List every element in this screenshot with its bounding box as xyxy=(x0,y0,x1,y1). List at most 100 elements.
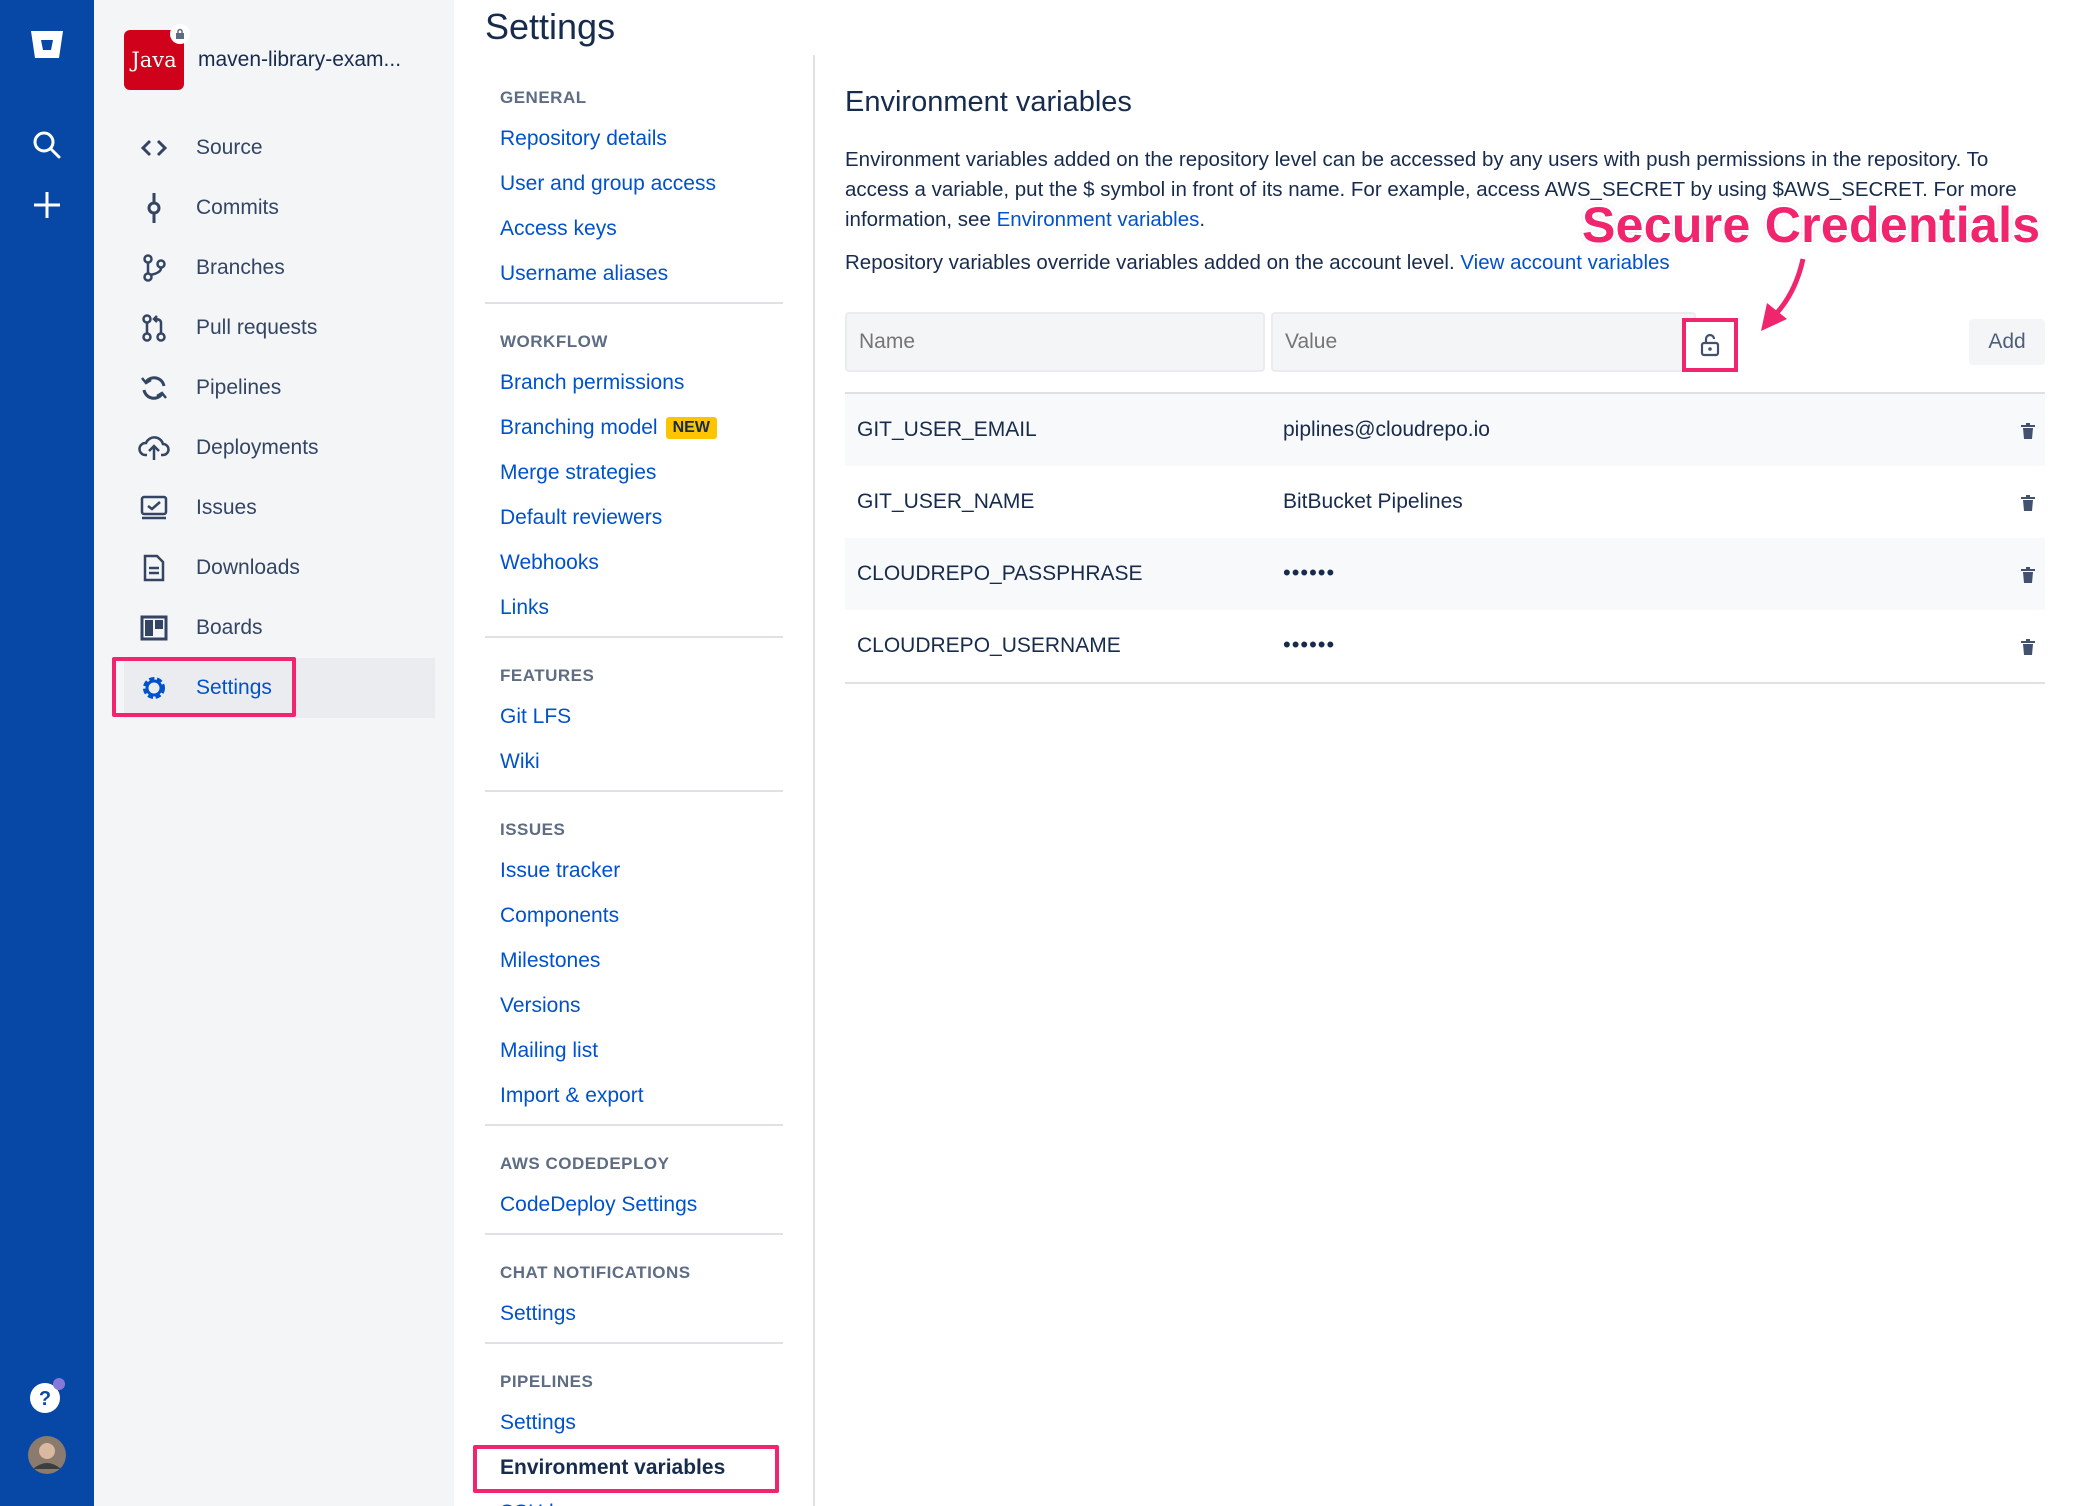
settings-link-username-aliases[interactable]: Username aliases xyxy=(485,251,783,296)
settings-group-chat-notifications: CHAT NOTIFICATIONS Settings xyxy=(485,1253,783,1344)
environment-variables-link[interactable]: Environment variables xyxy=(997,208,1200,231)
table-row: CLOUDREPO_PASSPHRASE •••••• xyxy=(845,538,2045,610)
variable-value-masked: •••••• xyxy=(1283,632,1336,657)
repo-name: maven-library-exam... xyxy=(198,48,402,71)
settings-link-webhooks[interactable]: Webhooks xyxy=(485,540,783,585)
sidebar-item-pipelines[interactable]: Pipelines xyxy=(124,358,424,418)
override-text: Repository variables override variables … xyxy=(845,251,1461,274)
sidebar-item-boards[interactable]: Boards xyxy=(124,598,424,658)
trash-icon[interactable] xyxy=(2017,420,2039,442)
settings-link-access-keys[interactable]: Access keys xyxy=(485,206,783,251)
settings-group-heading: WORKFLOW xyxy=(500,332,608,351)
settings-group-heading: AWS CODEDEPLOY xyxy=(500,1154,670,1173)
table-row: GIT_USER_EMAIL piplines@cloudrepo.io xyxy=(845,394,2045,466)
help-icon[interactable]: ? xyxy=(22,1372,72,1422)
settings-group-pipelines: PIPELINES Settings Environment variables… xyxy=(473,1362,783,1506)
sidebar-item-label: Source xyxy=(196,136,263,159)
new-badge: NEW xyxy=(665,416,717,439)
settings-group-heading: GENERAL xyxy=(500,88,587,107)
pipelines-icon xyxy=(138,372,170,404)
settings-link-links[interactable]: Links xyxy=(485,585,783,630)
table-row: GIT_USER_NAME BitBucket Pipelines xyxy=(845,466,2045,538)
sidebar-item-label: Commits xyxy=(196,196,279,219)
settings-link-branch-permissions[interactable]: Branch permissions xyxy=(485,360,783,405)
sidebar-item-commits[interactable]: Commits xyxy=(124,178,424,238)
trash-icon[interactable] xyxy=(2017,492,2039,514)
bitbucket-logo-icon[interactable] xyxy=(22,20,72,70)
sidebar-item-label: Issues xyxy=(196,496,257,519)
sidebar-item-deployments[interactable]: Deployments xyxy=(124,418,424,478)
deployments-icon xyxy=(138,432,170,464)
settings-group-heading: ISSUES xyxy=(500,820,566,839)
sidebar-item-label: Branches xyxy=(196,256,285,279)
settings-link-issue-tracker[interactable]: Issue tracker xyxy=(485,848,783,893)
settings-link-merge-strategies[interactable]: Merge strategies xyxy=(485,450,783,495)
sidebar-item-downloads[interactable]: Downloads xyxy=(124,538,424,598)
repo-nav: Source Commits Branches Pull requests Pi… xyxy=(112,118,435,718)
sidebar-item-label: Pull requests xyxy=(196,316,318,339)
variable-value-input[interactable] xyxy=(1271,312,1696,372)
settings-group-general: GENERAL Repository details User and grou… xyxy=(485,78,783,304)
variable-name: CLOUDREPO_PASSPHRASE xyxy=(857,562,1143,585)
settings-link-import-export[interactable]: Import & export xyxy=(485,1073,783,1118)
trash-icon[interactable] xyxy=(2017,564,2039,586)
settings-group-features: FEATURES Git LFS Wiki xyxy=(485,656,783,792)
settings-link-milestones[interactable]: Milestones xyxy=(485,938,783,983)
sidebar-item-label: Pipelines xyxy=(196,376,282,399)
settings-link-environment-variables[interactable]: Environment variables xyxy=(473,1445,783,1493)
repo-avatar-label: Java xyxy=(131,48,177,72)
sidebar-item-pull-requests[interactable]: Pull requests xyxy=(124,298,424,358)
settings-link-label: Branching model xyxy=(500,415,658,439)
user-avatar[interactable] xyxy=(22,1430,72,1480)
sidebar-item-issues[interactable]: Issues xyxy=(124,478,424,538)
downloads-icon xyxy=(138,552,170,584)
settings-link-chat-settings[interactable]: Settings xyxy=(485,1291,783,1336)
settings-link-wiki[interactable]: Wiki xyxy=(485,739,783,784)
env-description-end: . xyxy=(1199,208,1206,231)
sidebar-item-settings[interactable]: Settings xyxy=(112,657,435,718)
settings-link-default-reviewers[interactable]: Default reviewers xyxy=(485,495,783,540)
global-nav: ? xyxy=(0,0,94,1506)
page-title: Settings xyxy=(485,6,616,47)
project-sidebar: Java maven-library-exam... Source Commit… xyxy=(94,0,454,1506)
settings-link-repository-details[interactable]: Repository details xyxy=(485,116,783,161)
env-vars-highlight-box xyxy=(473,1445,779,1493)
variable-value: BitBucket Pipelines xyxy=(1283,490,1463,513)
plus-icon[interactable] xyxy=(22,180,72,230)
sidebar-item-branches[interactable]: Branches xyxy=(124,238,424,298)
repo-header[interactable]: Java maven-library-exam... xyxy=(124,24,402,90)
private-lock-icon xyxy=(170,24,190,44)
settings-link-git-lfs[interactable]: Git LFS xyxy=(485,694,783,739)
settings-link-pipelines-settings[interactable]: Settings xyxy=(485,1400,783,1445)
branch-icon xyxy=(138,252,170,284)
settings-link-codedeploy-settings[interactable]: CodeDeploy Settings xyxy=(485,1182,783,1227)
settings-link-versions[interactable]: Versions xyxy=(485,983,783,1028)
variable-name-input[interactable] xyxy=(845,312,1265,372)
settings-link-components[interactable]: Components xyxy=(485,893,783,938)
view-account-variables-link[interactable]: View account variables xyxy=(1460,251,1669,274)
sidebar-item-source[interactable]: Source xyxy=(124,118,424,178)
settings-link-user-and-group-access[interactable]: User and group access xyxy=(485,161,783,206)
override-note: Repository variables override variables … xyxy=(845,251,1670,275)
column-divider xyxy=(813,55,815,1506)
search-icon[interactable] xyxy=(22,120,72,170)
lock-icon xyxy=(1700,333,1720,357)
issues-icon xyxy=(138,492,170,524)
trash-icon[interactable] xyxy=(2017,636,2039,658)
settings-link-mailing-list[interactable]: Mailing list xyxy=(485,1028,783,1073)
pull-request-icon xyxy=(138,312,170,344)
code-icon xyxy=(138,132,170,164)
add-variable-button[interactable]: Add xyxy=(1969,319,2045,365)
settings-nav: GENERAL Repository details User and grou… xyxy=(473,78,783,1506)
section-title: Environment variables xyxy=(845,86,1132,118)
svg-text:?: ? xyxy=(39,1388,51,1410)
secured-toggle-button[interactable] xyxy=(1682,318,1738,372)
variables-table: GIT_USER_EMAIL piplines@cloudrepo.io GIT… xyxy=(845,392,2045,684)
settings-group-issues: ISSUES Issue tracker Components Mileston… xyxy=(485,810,783,1126)
settings-group-workflow: WORKFLOW Branch permissions Branching mo… xyxy=(485,322,783,638)
settings-group-aws-codedeploy: AWS CODEDEPLOY CodeDeploy Settings xyxy=(485,1144,783,1235)
annotation-label: Secure Credentials xyxy=(1582,197,2041,253)
repo-avatar: Java xyxy=(124,24,190,90)
settings-link-branching-model[interactable]: Branching model NEW xyxy=(485,405,783,450)
sidebar-item-label: Deployments xyxy=(196,436,319,459)
